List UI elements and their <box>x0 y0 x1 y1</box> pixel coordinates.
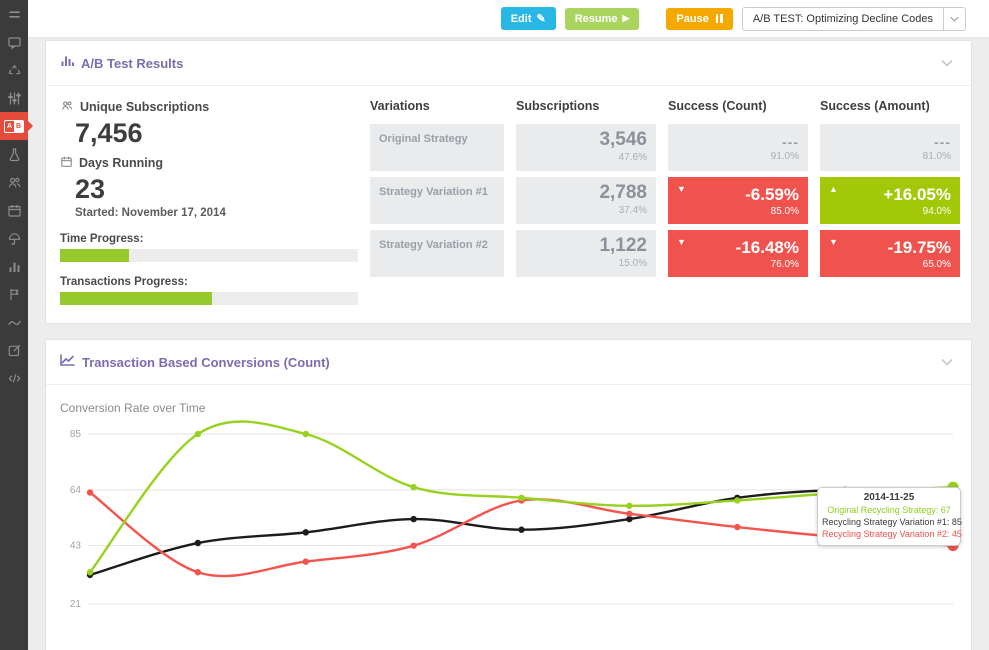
sidebar-item-calendar[interactable] <box>0 196 28 224</box>
sidebar-item-sliders[interactable] <box>0 84 28 112</box>
line-chart-small-icon <box>60 353 75 371</box>
chart-tooltip: 2014-11-25 Original Recycling Strategy: … <box>817 487 962 546</box>
sidebar-item-umbrella[interactable] <box>0 224 28 252</box>
bar-chart-icon <box>7 259 22 274</box>
topbar: Edit ✎ Resume ▶ Pause A/B TEST: Optimizing… <box>28 0 989 38</box>
bar-chart-small-icon <box>60 54 74 72</box>
subscriptions-cell: 1,122 15.0% <box>516 230 656 277</box>
line-chart-icon <box>7 315 22 330</box>
sidebar-item-line-chart[interactable] <box>0 308 28 336</box>
sidebar-item-bar-chart[interactable] <box>0 252 28 280</box>
days-running-label-row: Days Running <box>60 155 358 171</box>
collapse-results-chevron-icon[interactable] <box>937 52 957 74</box>
success-count-column: Success (Count) --- 91.0% ▼ -6.59% 85.0%… <box>668 99 808 305</box>
tooltip-series-line: Recycling Strategy Variation #1: 85 <box>822 517 962 527</box>
subscriptions-column: Subscriptions 3,546 47.6% 2,788 37.4% 1,12… <box>516 99 656 305</box>
sidebar-item-flask[interactable] <box>0 140 28 168</box>
users-group-icon <box>60 99 74 115</box>
sidebar-item-flag[interactable] <box>0 280 28 308</box>
recycle-icon <box>7 63 22 78</box>
results-panel-title: A/B Test Results <box>81 55 184 71</box>
variation-cell: Strategy Variation #1 <box>370 177 504 224</box>
conversions-panel: Transaction Based Conversions (Count) Co… <box>45 339 972 650</box>
menu-icon <box>7 7 22 22</box>
subscriptions-header: Subscriptions <box>516 99 600 113</box>
pause-icon <box>714 13 723 25</box>
svg-text:21: 21 <box>70 599 82 610</box>
pencil-icon: ✎ <box>536 13 546 25</box>
success-amount-column: Success (Amount) --- 81.0% ▲ +16.05% 94.… <box>820 99 960 305</box>
success-amount-header: Success (Amount) <box>820 99 930 113</box>
transactions-progress-bar <box>60 292 358 305</box>
success-count-cell: ▼ -6.59% 85.0% <box>668 177 808 224</box>
sliders-icon <box>7 91 22 106</box>
sidebar-item-ab-test[interactable]: AB <box>0 112 33 140</box>
arrow-down-icon: ▼ <box>677 184 686 194</box>
started-date: Started: November 17, 2014 <box>75 207 226 219</box>
users-icon <box>7 175 22 190</box>
time-progress-label: Time Progress: <box>60 233 144 245</box>
variations-header: Variations <box>370 99 430 113</box>
ab-test-results-panel: A/B Test Results Unique Subscriptions 7,… <box>45 40 972 324</box>
sidebar-item-users[interactable] <box>0 168 28 196</box>
svg-text:64: 64 <box>70 485 82 496</box>
flask-icon <box>7 147 22 162</box>
tooltip-series-line: Original Recycling Strategy: 67 <box>827 505 951 515</box>
success-count-header: Success (Count) <box>668 99 767 113</box>
conversions-panel-title: Transaction Based Conversions (Count) <box>82 354 330 370</box>
compose-icon <box>7 343 22 358</box>
tooltip-date: 2014-11-25 <box>863 492 915 503</box>
chart-subtitle: Conversion Rate over Time <box>60 401 206 415</box>
chat-icon <box>7 35 22 50</box>
sidebar-item-menu[interactable] <box>0 0 28 28</box>
calendar-small-icon <box>60 155 73 171</box>
code-icon <box>7 371 22 386</box>
conversion-chart: 0214364852014-11-172014-11-182014-11-192… <box>46 415 971 650</box>
arrow-up-icon: ▲ <box>829 184 838 194</box>
results-body: Unique Subscriptions 7,456 Days Running … <box>46 86 971 323</box>
variation-cell: Original Strategy <box>370 124 504 171</box>
pause-button[interactable]: Pause <box>666 7 733 30</box>
ab-test-selector-value: A/B TEST: Optimizing Decline Codes <box>752 12 933 25</box>
umbrella-icon <box>7 231 22 246</box>
unique-subscriptions-value: 7,456 <box>75 118 143 148</box>
results-panel-header: A/B Test Results <box>46 41 971 86</box>
arrow-down-icon: ▼ <box>677 237 686 247</box>
success-amount-cell: --- 81.0% <box>820 124 960 171</box>
ab-test-selector[interactable]: A/B TEST: Optimizing Decline Codes <box>741 6 966 31</box>
transactions-progress-fill <box>60 292 212 305</box>
tooltip-series-line: Recycling Strategy Variation #2: 45 <box>822 529 962 539</box>
subscriptions-cell: 3,546 47.6% <box>516 124 656 171</box>
stats-column: Unique Subscriptions 7,456 Days Running … <box>60 99 358 305</box>
unique-subscriptions-label-row: Unique Subscriptions <box>60 99 358 115</box>
arrow-down-icon: ▼ <box>829 237 838 247</box>
chevron-down-icon <box>943 7 965 30</box>
success-amount-cell: ▲ +16.05% 94.0% <box>820 177 960 224</box>
flag-icon <box>7 287 22 302</box>
time-progress-bar <box>60 249 358 262</box>
edit-button[interactable]: Edit ✎ <box>500 7 556 30</box>
conversions-panel-header: Transaction Based Conversions (Count) <box>46 340 971 385</box>
success-count-cell: --- 91.0% <box>668 124 808 171</box>
collapse-conversions-chevron-icon[interactable] <box>937 351 957 373</box>
sidebar-item-compose[interactable] <box>0 336 28 364</box>
subscriptions-cell: 2,788 37.4% <box>516 177 656 224</box>
days-running-value: 23 <box>75 174 106 204</box>
svg-text:43: 43 <box>70 541 82 552</box>
variations-column: Variations Original Strategy Strategy Va… <box>370 99 504 305</box>
play-icon: ▶ <box>622 13 630 23</box>
sidebar-item-chat[interactable] <box>0 28 28 56</box>
sidebar: AB <box>0 0 33 650</box>
variation-cell: Strategy Variation #2 <box>370 230 504 277</box>
ab-test-icon: AB <box>3 119 25 133</box>
calendar-icon <box>7 203 22 218</box>
sidebar-item-recycle[interactable] <box>0 56 28 84</box>
success-amount-cell: ▼ -19.75% 65.0% <box>820 230 960 277</box>
resume-button[interactable]: Resume ▶ <box>564 7 640 30</box>
success-count-cell: ▼ -16.48% 76.0% <box>668 230 808 277</box>
svg-text:85: 85 <box>70 429 82 440</box>
sidebar-item-code[interactable] <box>0 364 28 392</box>
transactions-progress-label: Transactions Progress: <box>60 276 188 288</box>
time-progress-fill <box>60 249 129 262</box>
